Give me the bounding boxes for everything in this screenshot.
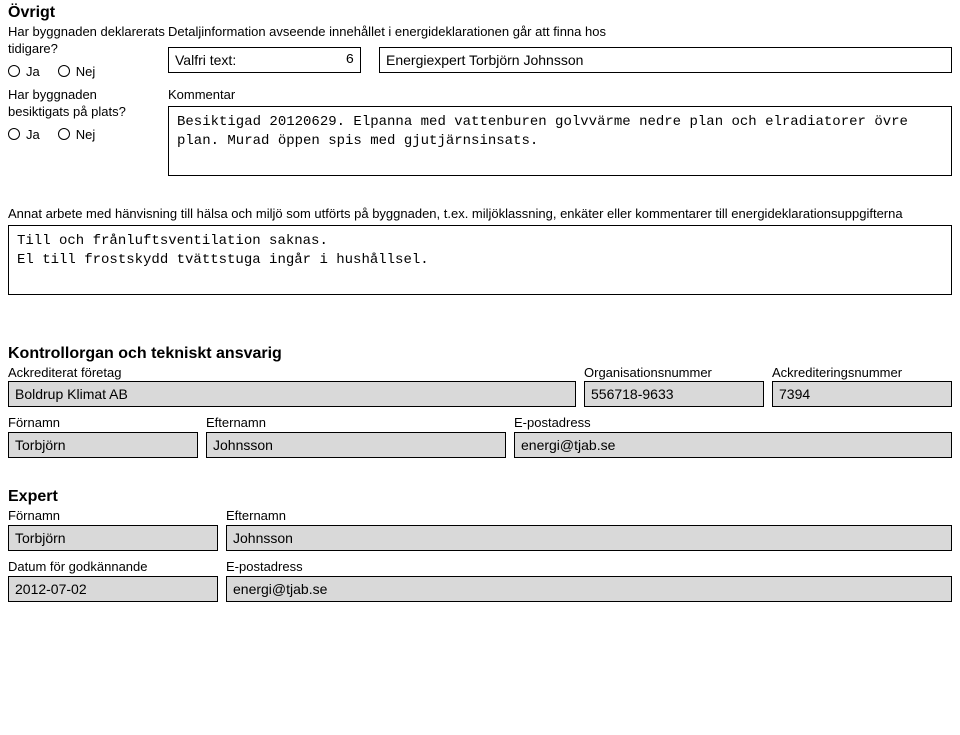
expert-fornamn-field: Torbjörn (8, 525, 218, 551)
acknr-value: 7394 (779, 386, 810, 402)
annat-section: Annat arbete med hänvisning till hälsa o… (8, 206, 952, 295)
efternamn-value: Johnsson (213, 437, 273, 453)
expert-epost-label: E-postadress (226, 559, 952, 576)
ovrigt-title: Övrigt (8, 4, 952, 22)
q1-radio-group: Ja Nej (8, 64, 168, 79)
q1-ja-label: Ja (26, 64, 40, 79)
q2-nej-option[interactable]: Nej (58, 127, 96, 142)
expert-epost-field: energi@tjab.se (226, 576, 952, 602)
q2-ja-label: Ja (26, 127, 40, 142)
valfri-value-box[interactable]: Energiexpert Torbjörn Johnsson (379, 47, 952, 73)
orgnr-field: 556718-9633 (584, 381, 764, 407)
epost-value: energi@tjab.se (521, 437, 615, 453)
expert-datum-label: Datum för godkännande (8, 559, 218, 576)
detail-info-label: Detaljinformation avseende innehållet i … (168, 24, 952, 41)
kommentar-text: Besiktigad 20120629. Elpanna med vattenb… (177, 114, 908, 150)
expert-efternamn-field: Johnsson (226, 525, 952, 551)
expert-title: Expert (8, 488, 952, 506)
expert-fornamn-value: Torbjörn (15, 530, 66, 546)
epost-field: energi@tjab.se (514, 432, 952, 458)
q1-nej-option[interactable]: Nej (58, 64, 96, 79)
expert-section: Expert Förnamn Torbjörn Efternamn Johnss… (8, 488, 952, 602)
ack-foretag-value: Boldrup Klimat AB (15, 386, 128, 402)
ovrigt-section: Övrigt Har byggnaden deklarerats tidigar… (8, 4, 952, 176)
efternamn-field: Johnsson (206, 432, 506, 458)
orgnr-label: Organisationsnummer (584, 365, 764, 382)
radio-icon (8, 128, 20, 140)
fornamn-value: Torbjörn (15, 437, 66, 453)
valfri-text-box[interactable]: Valfri text: 6 (168, 47, 361, 73)
expert-efternamn-value: Johnsson (233, 530, 293, 546)
ack-foretag-field: Boldrup Klimat AB (8, 381, 576, 407)
efternamn-label: Efternamn (206, 415, 506, 432)
annat-text: Till och frånluftsventilation saknas. El… (17, 233, 429, 269)
kommentar-label: Kommentar (168, 87, 952, 104)
valfri-text-label: Valfri text: (175, 52, 236, 68)
valfri-text-num: 6 (346, 52, 354, 68)
acknr-label: Ackrediteringsnummer (772, 365, 952, 382)
orgnr-value: 556718-9633 (591, 386, 674, 402)
kommentar-box[interactable]: Besiktigad 20120629. Elpanna med vattenb… (168, 106, 952, 176)
ack-foretag-label: Ackrediterat företag (8, 365, 576, 382)
expert-datum-field: 2012-07-02 (8, 576, 218, 602)
q1-label: Har byggnaden deklarerats tidigare? (8, 24, 168, 58)
fornamn-label: Förnamn (8, 415, 198, 432)
q1-ja-option[interactable]: Ja (8, 64, 40, 79)
q1-nej-label: Nej (76, 64, 96, 79)
expert-efternamn-label: Efternamn (226, 508, 952, 525)
radio-icon (58, 65, 70, 77)
annat-box[interactable]: Till och frånluftsventilation saknas. El… (8, 225, 952, 295)
q2-label-a: Har byggnaden (8, 87, 168, 104)
expert-datum-value: 2012-07-02 (15, 581, 87, 597)
annat-label: Annat arbete med hänvisning till hälsa o… (8, 206, 952, 223)
q2-label-b: besiktigats på plats? (8, 104, 168, 121)
radio-icon (58, 128, 70, 140)
fornamn-field: Torbjörn (8, 432, 198, 458)
radio-icon (8, 65, 20, 77)
kontroll-title: Kontrollorgan och tekniskt ansvarig (8, 345, 952, 363)
epost-label: E-postadress (514, 415, 952, 432)
kontroll-section: Kontrollorgan och tekniskt ansvarig Ackr… (8, 345, 952, 459)
q2-ja-option[interactable]: Ja (8, 127, 40, 142)
q2-radio-group: Ja Nej (8, 127, 168, 142)
valfri-value: Energiexpert Torbjörn Johnsson (386, 52, 583, 68)
acknr-field: 7394 (772, 381, 952, 407)
expert-fornamn-label: Förnamn (8, 508, 218, 525)
q2-nej-label: Nej (76, 127, 96, 142)
expert-epost-value: energi@tjab.se (233, 581, 327, 597)
